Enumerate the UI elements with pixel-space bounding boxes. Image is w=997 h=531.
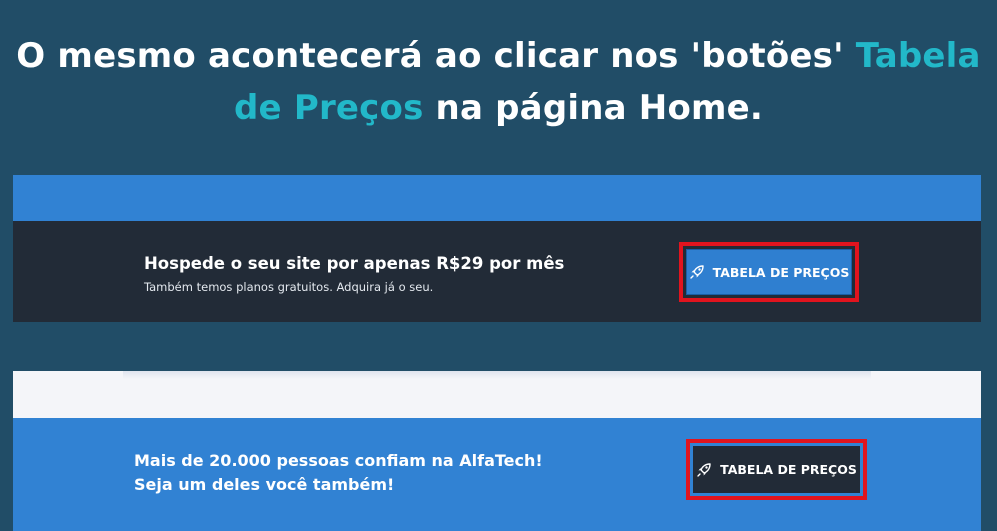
pricing-table-button-label: TABELA DE PREÇOS: [720, 462, 857, 477]
rocket-icon: [696, 462, 712, 478]
pricing-table-button[interactable]: TABELA DE PREÇOS: [693, 446, 860, 493]
hosting-banner-title: Hospede o seu site por apenas R$29 por m…: [144, 254, 565, 273]
pricing-table-button[interactable]: TABELA DE PREÇOS: [686, 249, 852, 295]
highlight-box: TABELA DE PREÇOS: [679, 242, 859, 302]
trust-banner: Mais de 20.000 pessoas confiam na AlfaTe…: [13, 418, 981, 531]
hosting-section-topbar: [13, 175, 981, 221]
trust-section-top: [13, 371, 981, 418]
headline: O mesmo acontecerá ao clicar nos 'botões…: [0, 30, 997, 134]
hosting-banner: Hospede o seu site por apenas R$29 por m…: [13, 221, 981, 322]
card-shadow: [123, 371, 871, 379]
highlight-box: TABELA DE PREÇOS: [686, 439, 867, 500]
hosting-banner-subtitle: Também temos planos gratuitos. Adquira j…: [144, 280, 434, 294]
headline-part2: na página Home.: [423, 88, 764, 128]
trust-banner-line1: Mais de 20.000 pessoas confiam na AlfaTe…: [134, 451, 543, 470]
headline-part1: O mesmo acontecerá ao clicar nos 'botões…: [16, 36, 856, 76]
pricing-table-button-label: TABELA DE PREÇOS: [712, 264, 850, 280]
rocket-icon: [689, 264, 705, 280]
trust-banner-line2: Seja um deles você também!: [134, 475, 395, 494]
